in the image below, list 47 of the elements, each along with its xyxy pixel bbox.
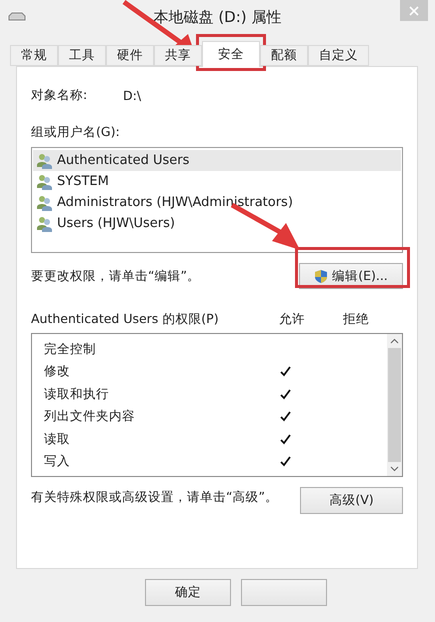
permission-row[interactable]: 完全控制 <box>44 338 387 360</box>
advanced-hint: 有关特殊权限或高级设置，请单击“高级”。 <box>31 489 278 506</box>
permission-name: 修改 <box>44 363 71 380</box>
deny-header: 拒绝 <box>343 311 369 328</box>
tab[interactable]: 硬件 <box>106 45 154 66</box>
permission-name: 完全控制 <box>44 340 97 358</box>
scrollbar[interactable] <box>387 334 402 476</box>
tab[interactable]: 共享 <box>154 45 202 66</box>
permissions-title: Authenticated Users 的权限(P) <box>31 311 220 328</box>
users-icon <box>37 174 53 190</box>
permission-row[interactable]: 读取 <box>44 428 387 450</box>
window-title: 本地磁盘 (D:) 属性 <box>152 7 282 27</box>
user-item[interactable]: SYSTEM <box>33 171 401 192</box>
allow-header: 允许 <box>279 311 306 328</box>
permission-row[interactable]: 列出文件夹内容 <box>44 406 387 428</box>
scroll-up-icon[interactable] <box>390 338 399 344</box>
permission-name: 读取 <box>44 430 71 448</box>
permission-name: 写入 <box>44 453 71 470</box>
dialog-button[interactable] <box>241 579 327 606</box>
tab[interactable]: 安全 <box>202 41 260 67</box>
close-icon <box>409 6 419 16</box>
ok-button[interactable]: 确定 <box>145 579 231 606</box>
object-name-label: 对象名称: <box>31 87 88 104</box>
object-name-value: D:\ <box>123 88 142 103</box>
permission-row[interactable]: 读取和执行 <box>44 383 387 406</box>
tab[interactable]: 工具 <box>58 45 106 66</box>
user-item[interactable]: Authenticated Users <box>33 150 401 171</box>
scroll-down-icon[interactable] <box>390 466 399 472</box>
tab[interactable]: 配额 <box>260 45 308 66</box>
users-icon <box>37 216 53 232</box>
edit-hint: 要更改权限，请单击“编辑”。 <box>31 268 200 284</box>
user-item[interactable]: Administrators (HJW\Administrators) <box>33 192 401 213</box>
highlight-box <box>196 34 266 71</box>
users-icon <box>37 194 53 210</box>
user-item[interactable]: Users (HJW\Users) <box>33 213 401 234</box>
users-icon <box>37 152 53 168</box>
permission-name: 读取和执行 <box>44 386 110 403</box>
permission-name: 列出文件夹内容 <box>44 408 136 426</box>
permission-row[interactable]: 修改 <box>44 360 387 383</box>
tab[interactable]: 自定义 <box>308 45 369 66</box>
drive-icon <box>8 12 26 22</box>
shield-icon <box>314 268 328 284</box>
permission-row[interactable]: 写入 <box>44 450 387 473</box>
groups-label: 组或用户名(G): <box>31 124 120 141</box>
tab[interactable]: 常规 <box>10 45 58 66</box>
close-button[interactable] <box>400 0 428 21</box>
advanced-button[interactable]: 高级(V) <box>300 487 403 514</box>
